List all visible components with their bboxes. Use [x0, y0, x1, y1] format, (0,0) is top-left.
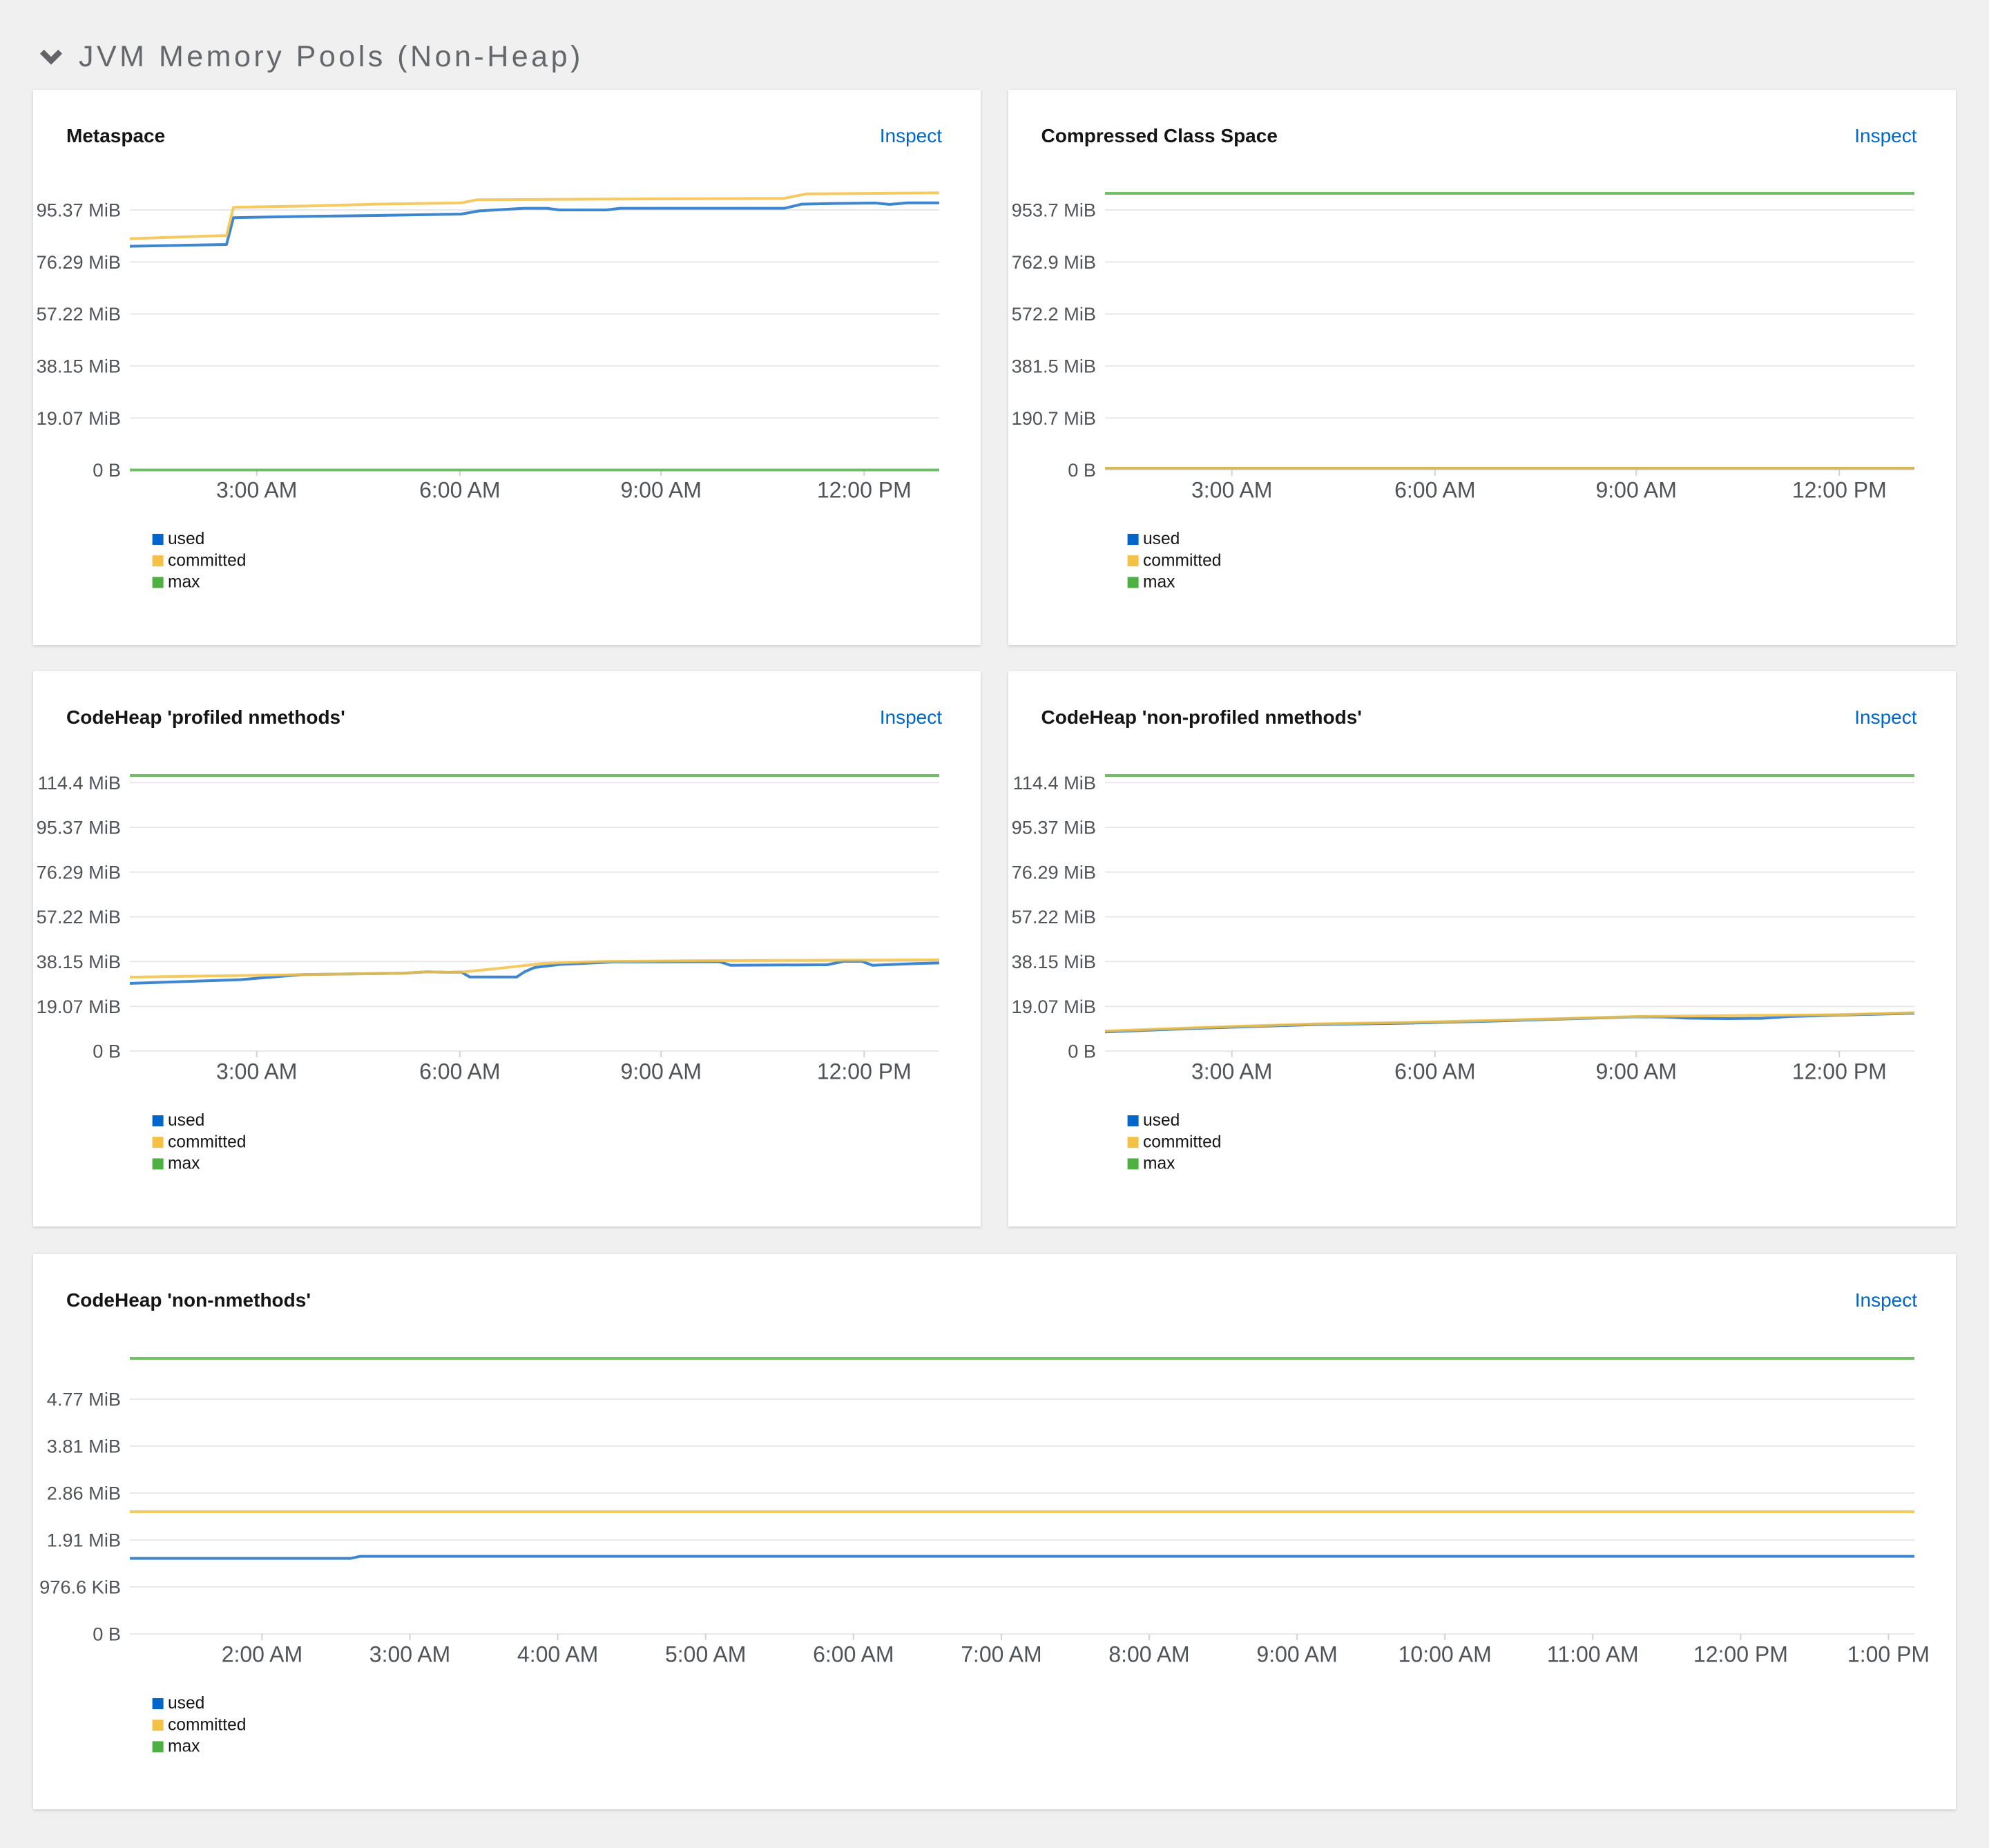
svg-text:3:00 AM: 3:00 AM [1191, 477, 1271, 501]
svg-text:committed: committed [168, 1132, 246, 1151]
svg-text:38.15 MiB: 38.15 MiB [37, 950, 121, 972]
svg-text:6:00 AM: 6:00 AM [419, 1058, 500, 1083]
svg-text:max: max [1143, 572, 1175, 591]
svg-text:38.15 MiB: 38.15 MiB [37, 355, 121, 376]
svg-text:2:00 AM: 2:00 AM [222, 1642, 302, 1666]
svg-text:6:00 AM: 6:00 AM [1394, 477, 1475, 501]
svg-text:max: max [1143, 1154, 1175, 1173]
svg-text:used: used [168, 1110, 204, 1129]
svg-text:0 B: 0 B [1068, 459, 1096, 480]
svg-text:3.81 MiB: 3.81 MiB [47, 1436, 121, 1457]
svg-text:committed: committed [1143, 550, 1221, 569]
svg-text:953.7 MiB: 953.7 MiB [1011, 199, 1095, 220]
svg-text:114.4 MiB: 114.4 MiB [38, 771, 121, 793]
svg-text:used: used [1143, 529, 1180, 548]
svg-text:3:00 AM: 3:00 AM [216, 1058, 297, 1083]
svg-text:4:00 AM: 4:00 AM [517, 1642, 598, 1666]
svg-text:used: used [168, 529, 204, 548]
svg-text:committed: committed [1143, 1132, 1221, 1151]
svg-text:95.37 MiB: 95.37 MiB [37, 816, 121, 838]
svg-text:1.91 MiB: 1.91 MiB [47, 1530, 121, 1551]
svg-text:38.15 MiB: 38.15 MiB [1011, 950, 1095, 972]
svg-text:used: used [1143, 1110, 1180, 1129]
svg-text:57.22 MiB: 57.22 MiB [1011, 905, 1095, 927]
svg-text:11:00 AM: 11:00 AM [1547, 1642, 1639, 1666]
svg-text:12:00 PM: 12:00 PM [1791, 1058, 1886, 1083]
svg-text:76.29 MiB: 76.29 MiB [37, 251, 121, 272]
svg-text:3:00 AM: 3:00 AM [369, 1642, 450, 1666]
svg-text:committed: committed [168, 1715, 246, 1734]
svg-text:3:00 AM: 3:00 AM [216, 477, 297, 501]
svg-text:9:00 AM: 9:00 AM [620, 1058, 701, 1083]
svg-text:976.6 KiB: 976.6 KiB [39, 1577, 121, 1598]
svg-text:381.5 MiB: 381.5 MiB [1011, 355, 1095, 376]
svg-text:10:00 AM: 10:00 AM [1399, 1642, 1492, 1666]
svg-text:19.07 MiB: 19.07 MiB [37, 407, 121, 428]
svg-text:0 B: 0 B [93, 459, 121, 480]
svg-text:9:00 AM: 9:00 AM [620, 477, 701, 501]
svg-text:7:00 AM: 7:00 AM [961, 1642, 1041, 1666]
svg-text:12:00 PM: 12:00 PM [817, 1058, 912, 1083]
svg-text:114.4 MiB: 114.4 MiB [1012, 771, 1095, 793]
svg-text:6:00 AM: 6:00 AM [813, 1642, 894, 1666]
svg-text:6:00 AM: 6:00 AM [1394, 1058, 1475, 1083]
svg-text:12:00 PM: 12:00 PM [1791, 477, 1886, 501]
svg-text:5:00 AM: 5:00 AM [665, 1642, 746, 1666]
svg-text:95.37 MiB: 95.37 MiB [37, 199, 121, 220]
svg-text:57.22 MiB: 57.22 MiB [37, 302, 121, 324]
svg-text:9:00 AM: 9:00 AM [1256, 1642, 1337, 1666]
svg-text:9:00 AM: 9:00 AM [1595, 1058, 1676, 1083]
svg-text:3:00 AM: 3:00 AM [1191, 1058, 1271, 1083]
svg-text:12:00 PM: 12:00 PM [817, 477, 912, 501]
svg-text:19.07 MiB: 19.07 MiB [1011, 995, 1095, 1017]
svg-text:used: used [168, 1694, 204, 1713]
svg-text:9:00 AM: 9:00 AM [1595, 477, 1676, 501]
svg-text:19.07 MiB: 19.07 MiB [37, 995, 121, 1017]
svg-text:max: max [168, 1154, 200, 1173]
svg-text:4.77 MiB: 4.77 MiB [47, 1389, 121, 1410]
svg-text:12:00 PM: 12:00 PM [1693, 1642, 1788, 1666]
svg-text:190.7 MiB: 190.7 MiB [1011, 407, 1095, 428]
svg-text:762.9 MiB: 762.9 MiB [1011, 251, 1095, 272]
svg-text:0 B: 0 B [93, 1624, 121, 1645]
svg-text:8:00 AM: 8:00 AM [1108, 1642, 1189, 1666]
svg-text:0 B: 0 B [93, 1040, 121, 1061]
svg-text:6:00 AM: 6:00 AM [419, 477, 500, 501]
svg-text:57.22 MiB: 57.22 MiB [37, 905, 121, 927]
svg-text:max: max [168, 1738, 200, 1756]
svg-text:1:00 PM: 1:00 PM [1847, 1642, 1930, 1666]
svg-text:max: max [168, 572, 200, 591]
svg-text:committed: committed [168, 550, 246, 569]
svg-text:2.86 MiB: 2.86 MiB [47, 1483, 121, 1504]
svg-text:95.37 MiB: 95.37 MiB [1011, 816, 1095, 838]
svg-text:572.2 MiB: 572.2 MiB [1011, 302, 1095, 324]
svg-text:76.29 MiB: 76.29 MiB [1011, 860, 1095, 882]
svg-text:76.29 MiB: 76.29 MiB [37, 860, 121, 882]
svg-text:0 B: 0 B [1068, 1040, 1096, 1061]
